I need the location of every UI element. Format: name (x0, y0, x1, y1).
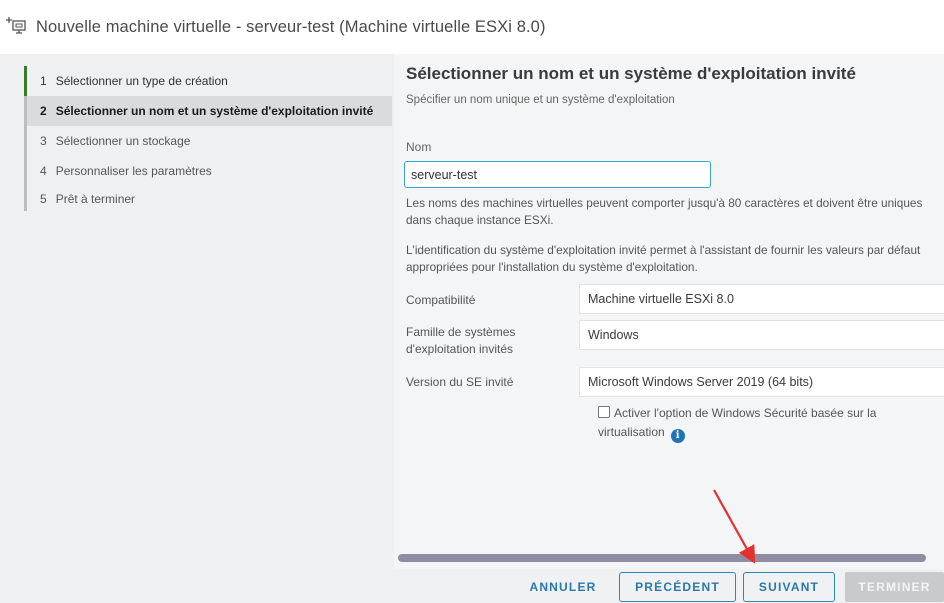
step-number: 2 (40, 104, 47, 118)
wizard-step-3[interactable]: 3 Sélectionner un stockage (24, 126, 392, 156)
os-version-label: Version du SE invité (406, 375, 514, 389)
vm-name-input[interactable] (404, 161, 711, 188)
page-subtitle: Spécifier un nom unique et un système d'… (406, 94, 675, 106)
wizard-steps: 1 Sélectionner un type de création 2 Sél… (24, 66, 392, 211)
step-label: Prêt à terminer (55, 191, 136, 206)
vbs-checkbox[interactable] (598, 406, 610, 418)
os-family-select[interactable]: Windows (579, 320, 944, 350)
cancel-button[interactable]: ANNULER (518, 572, 608, 602)
vbs-option: Activer l'option de Windows Sécurité bas… (598, 404, 928, 443)
os-help-text: L'identification du système d'exploitati… (406, 243, 921, 274)
wizard-step-1[interactable]: 1 Sélectionner un type de création (24, 66, 392, 96)
step-label: Personnaliser les paramètres (55, 164, 212, 178)
next-button[interactable]: SUIVANT (743, 572, 835, 602)
info-icon[interactable]: i (670, 428, 685, 443)
dialog-title: Nouvelle machine virtuelle - serveur-tes… (36, 17, 546, 36)
step-label: Sélectionner un type de création (55, 74, 228, 88)
step-label: Sélectionner un nom et un système d'expl… (55, 104, 374, 118)
step-number: 3 (40, 134, 47, 148)
wizard-step-5[interactable]: 5 Prêt à terminer (24, 186, 392, 211)
compatibility-value: Machine virtuelle ESXi 8.0 (588, 292, 734, 306)
os-version-value: Microsoft Windows Server 2019 (64 bits) (588, 375, 814, 389)
new-vm-icon (6, 17, 26, 34)
name-help-text: Les noms des machines virtuelles peuvent… (406, 196, 923, 227)
os-version-select[interactable]: Microsoft Windows Server 2019 (64 bits) (579, 367, 944, 397)
step-number: 5 (40, 191, 47, 206)
previous-button[interactable]: PRÉCÉDENT (619, 572, 736, 602)
name-label: Nom (406, 140, 432, 154)
step-number: 1 (40, 74, 47, 88)
wizard-step-4[interactable]: 4 Personnaliser les paramètres (24, 156, 392, 186)
page-title: Sélectionner un nom et un système d'expl… (406, 64, 856, 83)
horizontal-scrollbar[interactable] (398, 554, 926, 562)
vbs-label: Activer l'option de Windows Sécurité bas… (598, 406, 877, 439)
os-family-value: Windows (588, 328, 639, 342)
compatibility-label: Compatibilité (406, 293, 476, 307)
finish-button[interactable]: TERMINER (845, 572, 944, 602)
step-label: Sélectionner un stockage (55, 134, 191, 148)
dialog-titlebar: Nouvelle machine virtuelle - serveur-tes… (0, 0, 944, 54)
step-number: 4 (40, 164, 47, 178)
compatibility-select[interactable]: Machine virtuelle ESXi 8.0 (579, 284, 944, 314)
wizard-main-panel: Sélectionner un nom et un système d'expl… (394, 54, 944, 569)
wizard-step-2[interactable]: 2 Sélectionner un nom et un système d'ex… (24, 96, 392, 126)
wizard-sidebar: 1 Sélectionner un type de création 2 Sél… (0, 54, 394, 569)
dialog-footer: ANNULER PRÉCÉDENT SUIVANT TERMINER (0, 569, 944, 603)
os-family-label: Famille de systèmes d'exploitation invit… (406, 325, 516, 356)
